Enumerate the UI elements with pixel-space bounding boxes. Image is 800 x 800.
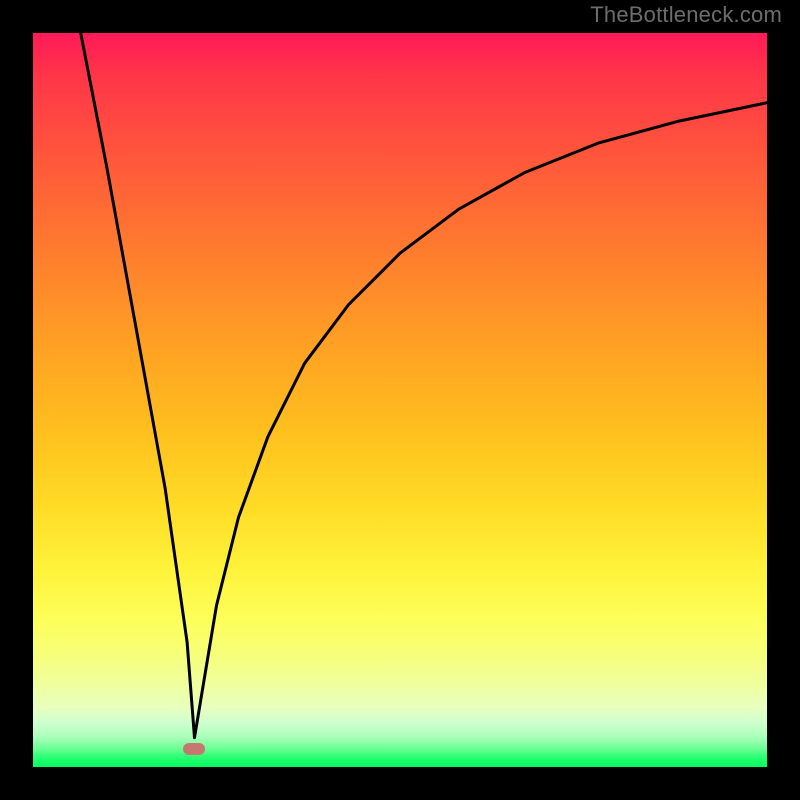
chart-plot-area — [33, 33, 767, 767]
curve-path — [81, 33, 767, 738]
watermark-label: TheBottleneck.com — [590, 2, 782, 28]
chart-minimum-marker — [183, 743, 205, 755]
chart-curve — [33, 33, 767, 767]
chart-frame: TheBottleneck.com — [0, 0, 800, 800]
